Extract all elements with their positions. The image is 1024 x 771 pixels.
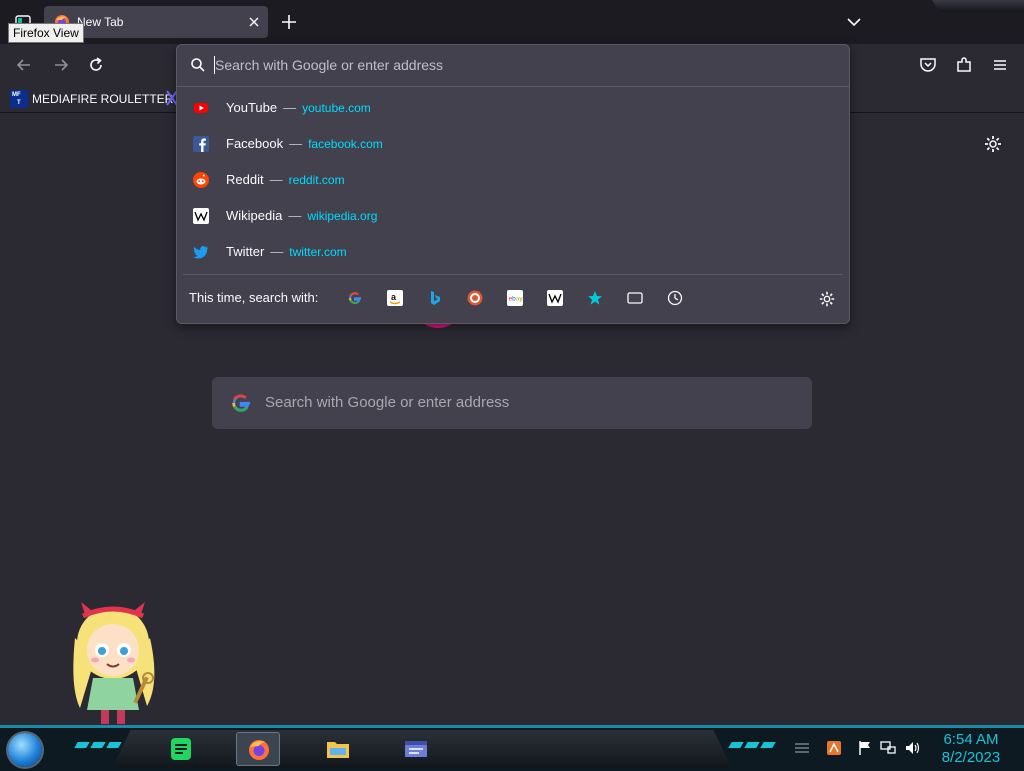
- separator: —: [288, 208, 302, 223]
- desktop-character-sticker: [73, 602, 155, 724]
- tab-strip: New Tab: [0, 0, 1024, 44]
- wikipedia-icon[interactable]: [547, 290, 563, 306]
- suggestion-row-wikipedia[interactable]: Wikipedia — wikipedia.org: [183, 199, 843, 233]
- divider: [183, 274, 843, 275]
- taskbar-app-window[interactable]: [392, 732, 436, 766]
- suggestion-row-reddit[interactable]: Reddit — reddit.com: [183, 163, 843, 197]
- suggestion-row-youtube[interactable]: YouTube — youtube.com: [183, 91, 843, 125]
- twitter-icon: [193, 246, 209, 259]
- bookmark-label: MEDIAFIRE ROULETTER: [32, 92, 174, 106]
- suggestion-url: twitter.com: [289, 245, 347, 259]
- history-icon[interactable]: [667, 290, 683, 306]
- separator: —: [270, 244, 284, 259]
- reload-icon[interactable]: [86, 55, 106, 75]
- wikipedia-icon: [193, 208, 209, 224]
- reddit-icon: [193, 172, 209, 188]
- start-button[interactable]: [8, 733, 42, 767]
- bookmarks-star-icon[interactable]: [587, 290, 603, 306]
- extensions-puzzle-icon[interactable]: [954, 55, 974, 75]
- taskbar-app-firefox[interactable]: [236, 732, 280, 766]
- taskbar-decoration: [728, 742, 776, 748]
- suggestion-title: Twitter: [226, 244, 265, 259]
- forward-arrow-icon[interactable]: [51, 55, 71, 75]
- network-icon[interactable]: [880, 740, 896, 756]
- newtab-search-box[interactable]: Search with Google or enter address: [212, 377, 812, 429]
- sheets-app-icon: [171, 738, 191, 760]
- google-icon[interactable]: [347, 290, 363, 306]
- one-off-search-label: This time, search with:: [189, 290, 319, 305]
- ebay-icon[interactable]: ebay: [507, 290, 523, 306]
- search-settings-gear-icon[interactable]: [818, 290, 836, 308]
- clock-date[interactable]: 8/2/2023: [930, 749, 1012, 766]
- google-icon: [232, 394, 250, 412]
- bing-icon[interactable]: [427, 290, 443, 306]
- file-explorer-icon: [327, 742, 349, 758]
- separator: —: [289, 136, 303, 151]
- pocket-icon[interactable]: [918, 55, 938, 75]
- suggestion-url: youtube.com: [302, 101, 371, 115]
- suggestion-row-twitter[interactable]: Twitter — twitter.com: [183, 235, 843, 269]
- suggestion-url: reddit.com: [288, 173, 345, 187]
- search-icon: [191, 58, 205, 72]
- close-tab-icon[interactable]: [246, 14, 262, 30]
- urlbar-input[interactable]: Search with Google or enter address: [215, 57, 443, 73]
- mediafire-icon: MF T: [10, 90, 28, 108]
- suggestion-title: Wikipedia: [226, 208, 283, 223]
- suggestion-url: facebook.com: [308, 137, 383, 151]
- tabs-icon[interactable]: [627, 290, 643, 306]
- action-center-flag-icon[interactable]: [857, 740, 873, 756]
- suggestion-row-facebook[interactable]: Facebook — facebook.com: [183, 127, 843, 161]
- suggestion-title: Facebook: [226, 136, 284, 151]
- suggestion-title: Reddit: [226, 172, 264, 187]
- app-menu-hamburger-icon[interactable]: [990, 55, 1010, 75]
- suggestion-title: YouTube: [226, 100, 278, 115]
- bookmark-mediafire-rouletter[interactable]: MF T MEDIAFIRE ROULETTER: [10, 89, 173, 109]
- urlbar-results-popup: Search with Google or enter address YouT…: [176, 44, 850, 324]
- theme-decoration: [932, 0, 1024, 12]
- tooltip: Firefox View: [8, 23, 84, 43]
- tray-app-icon[interactable]: [826, 740, 842, 756]
- new-tab-plus-icon[interactable]: [280, 13, 298, 31]
- svg-text:ebay: ebay: [509, 296, 524, 303]
- newtab-search-placeholder: Search with Google or enter address: [265, 394, 510, 411]
- list-all-tabs-chevron-icon[interactable]: [845, 13, 863, 31]
- amazon-icon[interactable]: a: [387, 290, 403, 306]
- youtube-icon: [194, 103, 208, 113]
- facebook-icon: [193, 136, 209, 152]
- tray-stripes-icon[interactable]: [794, 740, 810, 756]
- back-arrow-icon[interactable]: [14, 55, 34, 75]
- window-app-icon: [405, 741, 427, 757]
- taskbar-decoration: [74, 742, 122, 748]
- clock-time[interactable]: 6:54 AM: [930, 731, 1012, 748]
- taskbar-app-sheets[interactable]: [158, 732, 202, 766]
- urlbar-input-row: Search with Google or enter address: [177, 45, 849, 87]
- duckduckgo-icon[interactable]: [467, 290, 483, 306]
- taskbar-app-file-explorer[interactable]: [314, 732, 358, 766]
- tab-title: New Tab: [77, 15, 124, 29]
- suggestion-url: wikipedia.org: [307, 209, 378, 223]
- taskbar: 6:54 AM 8/2/2023: [0, 725, 1024, 771]
- separator: —: [269, 172, 283, 187]
- personalize-gear-icon[interactable]: [983, 134, 1003, 154]
- separator: —: [283, 100, 297, 115]
- firefox-icon: [249, 740, 269, 760]
- text-caret: [214, 56, 215, 74]
- volume-icon[interactable]: [904, 740, 920, 756]
